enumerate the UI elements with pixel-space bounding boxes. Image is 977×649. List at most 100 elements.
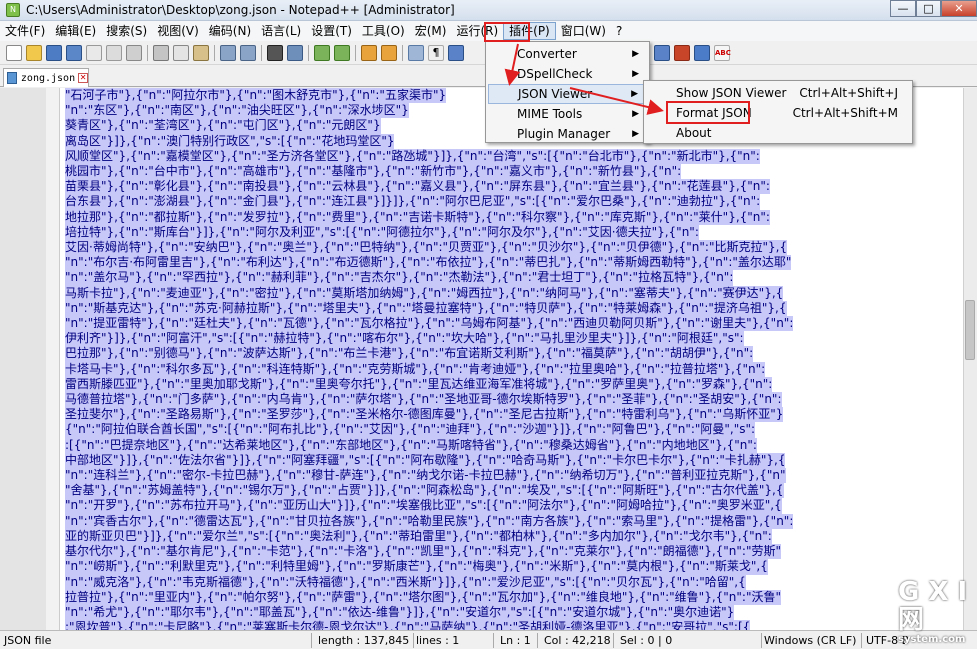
editor-line[interactable]: 基尔代尔"},{"n":"基尔肯尼"},{"n":"卡范"},{"n":"卡洛"… xyxy=(65,544,782,560)
annotation-box-plugins xyxy=(484,22,530,42)
sync-scroll-v-icon[interactable] xyxy=(361,44,377,61)
close-button[interactable]: ✕ xyxy=(941,0,977,17)
minimize-button[interactable]: — xyxy=(890,0,916,17)
status-selection: Sel : 0 | 0 xyxy=(616,633,762,648)
zoom-in-icon[interactable] xyxy=(314,44,330,61)
plugin-json-viewer[interactable]: JSON Viewer ▶ xyxy=(488,84,647,104)
save-all-icon[interactable] xyxy=(66,44,82,61)
editor-line[interactable]: "n":"斯基克达"},{"n":"苏克·阿赫拉斯"},{"n":"塔里夫"},… xyxy=(65,300,787,317)
annotation-box-format-json xyxy=(666,101,750,124)
editor-line[interactable]: "n":"提亚雷特"},{"n":"廷杜夫"},{"n":"瓦德"},{"n":… xyxy=(65,316,794,332)
editor-line[interactable]: 地拉那"},{"n":"都拉斯"},{"n":"发罗拉"},{"n":"费里"}… xyxy=(65,209,770,225)
editor-line[interactable]: "n":"连科兰"},{"n":"密尔-卡拉巴赫"},{"n":"穆甘-萨连"}… xyxy=(65,468,786,484)
editor-line[interactable]: "n":"东区"},{"n":"南区"},{"n":"油尖旺区"},{"n":"… xyxy=(65,103,409,119)
editor-line[interactable]: {"n":"阿拉伯联合酋长国","s":[{"n":"阿布扎比"},{"n":"… xyxy=(65,422,756,438)
print-icon[interactable] xyxy=(126,44,142,61)
menu-search[interactable]: 搜索(S) xyxy=(101,22,152,40)
editor-line[interactable]: "n":"宾香古尔"},{"n":"德雷达瓦"},{"n":"甘贝拉各族"},{… xyxy=(65,513,794,529)
zoom-out-icon[interactable] xyxy=(334,44,350,61)
editor-line[interactable]: :[{"n":"巴提奈地区"},{"n":"达希莱地区"},{"n":"东部地区… xyxy=(65,437,757,453)
editor-line[interactable]: 葵青区"},{"n":"荃湾区"},{"n":"屯门区"},{"n":"元朗区"… xyxy=(65,118,381,134)
editor-line[interactable]: 拉普拉"},{"n":"里亚内"},{"n":"帕尔努"},{"n":"萨雷"}… xyxy=(65,589,782,605)
plugin-converter[interactable]: Converter ▶ xyxy=(488,44,647,64)
paste-icon[interactable] xyxy=(193,44,209,61)
menu-edit[interactable]: 编辑(E) xyxy=(50,22,101,40)
editor-line[interactable]: 雷西斯滕匹亚"},{"n":"里奥加耶戈斯"},{"n":"里奥夸尔托"},{"… xyxy=(65,376,773,393)
text-editor[interactable]: "石河子市"},{"n":"阿拉尔市"},{"n":"图木舒克市"},{"n":… xyxy=(60,88,963,630)
menu-encoding[interactable]: 编码(N) xyxy=(204,22,256,40)
menu-settings[interactable]: 设置(T) xyxy=(306,22,357,40)
copy-icon[interactable] xyxy=(173,44,189,61)
status-eol: Windows (CR LF) xyxy=(760,633,862,648)
show-json-viewer-item[interactable]: Show JSON Viewer Ctrl+Alt+Shift+J xyxy=(646,83,910,103)
editor-line[interactable]: "n":"开罗"},{"n":"苏布拉开马"},{"n":"亚历山大"}]},{… xyxy=(65,498,782,514)
tab-close-icon[interactable]: ✕ xyxy=(78,73,88,83)
editor-line[interactable]: "n":"崂斯"},{"n":"利默里克"},{"n":"利特里姆"},{"n"… xyxy=(65,559,768,575)
plugins-dropdown: Converter ▶ DSpellCheck ▶ JSON Viewer ▶ … xyxy=(485,41,650,143)
menu-window[interactable]: 窗口(W) xyxy=(556,22,611,40)
new-file-icon[interactable] xyxy=(6,44,22,61)
sync-scroll-h-icon[interactable] xyxy=(381,44,397,61)
editor-line[interactable]: :"恩坎普"},{"n":"卡尼略"},{"n":"莱塞斯卡尔德-恩戈尔达"},… xyxy=(65,620,751,630)
editor-line[interactable]: 培拉特"},{"n":"斯库台"}]},{"n":"阿尔及利亚","s":[{"… xyxy=(65,224,699,241)
shortcut-label: Ctrl+Alt+Shift+M xyxy=(792,106,898,120)
replace-icon[interactable] xyxy=(287,44,303,61)
menu-macro[interactable]: 宏(M) xyxy=(410,22,452,40)
editor-line[interactable]: "舍基"},{"n":"苏姆盖特"},{"n":"锡尔万"},{"n":"占贾"… xyxy=(65,483,784,499)
editor-line[interactable]: "n":"盖尔马"},{"n":"罕西拉"},{"n":"赫利菲"},{"n":… xyxy=(65,270,734,286)
editor-line[interactable]: 苗栗县"},{"n":"彰化县"},{"n":"南投县"},{"n":"云林县"… xyxy=(65,179,770,195)
macro-record-icon[interactable] xyxy=(654,45,670,61)
macro-play-icon[interactable] xyxy=(694,45,710,61)
redo-icon[interactable] xyxy=(240,44,256,61)
editor-line[interactable]: "石河子市"},{"n":"阿拉尔市"},{"n":"图木舒克市"},{"n":… xyxy=(65,88,447,104)
editor-line[interactable]: 马斯卡拉"},{"n":"麦迪亚"},{"n":"密拉"},{"n":"莫斯塔加… xyxy=(65,285,784,301)
tab-zong-json[interactable]: zong.json ✕ xyxy=(3,68,89,87)
show-all-chars-icon[interactable]: ¶ xyxy=(428,44,444,61)
status-bar: JSON file length : 137,845 lines : 1 Ln … xyxy=(0,630,977,649)
save-icon[interactable] xyxy=(46,44,62,61)
editor-line[interactable]: "n":"希尤"},{"n":"耶尔韦"},{"n":"耶盖瓦"},{"n":"… xyxy=(65,604,735,621)
undo-icon[interactable] xyxy=(220,44,236,61)
editor-line[interactable]: 卡塔马卡"},{"n":"科尔多瓦"},{"n":"科连特斯"},{"n":"克… xyxy=(65,361,766,377)
close-file-icon[interactable] xyxy=(86,44,102,61)
menu-help[interactable]: ? xyxy=(611,22,627,40)
vertical-scrollbar-thumb[interactable] xyxy=(965,300,975,360)
editor-line[interactable]: 亚的斯亚贝巴"}]},{"n":"爱尔兰","s":[{"n":"奥法利"},{… xyxy=(65,528,772,545)
macro-stop-icon[interactable] xyxy=(674,45,690,61)
menu-file[interactable]: 文件(F) xyxy=(0,22,50,40)
plugin-dspellcheck[interactable]: DSpellCheck ▶ xyxy=(488,64,647,84)
about-item[interactable]: About xyxy=(646,123,910,143)
menu-tools[interactable]: 工具(O) xyxy=(357,22,410,40)
find-icon[interactable] xyxy=(267,44,283,61)
spell-check-icon[interactable]: ABC xyxy=(714,45,731,61)
plugin-manager[interactable]: Plugin Manager ▶ xyxy=(488,124,647,144)
submenu-arrow-icon: ▶ xyxy=(631,89,638,99)
editor-line[interactable]: 台东县"},{"n":"澎湖县"},{"n":"金门县"},{"n":"连江县"… xyxy=(65,194,761,210)
editor-line[interactable]: 风顺堂区"},{"n":"嘉模堂区"},{"n":"圣方济各堂区"},{"n":… xyxy=(65,148,760,165)
toolbar-separator xyxy=(147,44,148,61)
editor-line[interactable]: "n":"布尔吉·布阿雷里吉"},{"n":"布利达"},{"n":"布迈德斯"… xyxy=(65,255,792,271)
editor-line[interactable]: 圣拉斐尔"},{"n":"圣路易斯"},{"n":"圣罗莎"},{"n":"圣米… xyxy=(65,407,784,423)
submenu-arrow-icon: ▶ xyxy=(632,69,639,79)
cut-icon[interactable] xyxy=(153,44,169,61)
menu-language[interactable]: 语言(L) xyxy=(256,22,306,40)
toolbar-separator xyxy=(402,44,403,61)
editor-line[interactable]: 伊利齐"}]},{"n":"阿富汗","s":[{"n":"赫拉特"},{"n"… xyxy=(65,331,744,347)
editor-line[interactable]: 离岛区"}]},{"n":"澳门特别行政区","s":[{"n":"花地玛堂区"… xyxy=(65,133,395,149)
plugin-mime-tools[interactable]: MIME Tools ▶ xyxy=(488,104,647,124)
maximize-button[interactable]: □ xyxy=(916,0,941,17)
window-title: C:\Users\Administrator\Desktop\zong.json… xyxy=(26,3,455,17)
editor-line[interactable]: 巴拉那"},{"n":"别德马"},{"n":"波萨达斯"},{"n":"布兰卡… xyxy=(65,346,754,362)
status-lines: lines : 1 xyxy=(412,633,494,648)
open-file-icon[interactable] xyxy=(26,44,42,61)
indent-guide-icon[interactable] xyxy=(448,44,464,61)
editor-line[interactable]: 马德普拉塔"},{"n":"门多萨"},{"n":"内乌肯"},{"n":"萨尔… xyxy=(65,392,782,408)
title-bar: N C:\Users\Administrator\Desktop\zong.js… xyxy=(0,0,977,21)
editor-line[interactable]: 桃园市"},{"n":"台中市"},{"n":"高雄市"},{"n":"基隆市"… xyxy=(65,164,682,180)
editor-line[interactable]: "n":"威克洛"},{"n":"韦克斯福德"},{"n":"沃特福德"},{"… xyxy=(65,574,746,590)
editor-line[interactable]: 艾因·蒂姆尚特"},{"n":"安纳巴"},{"n":"奥兰"},{"n":"巴… xyxy=(65,240,788,256)
menu-view[interactable]: 视图(V) xyxy=(152,22,204,40)
word-wrap-icon[interactable] xyxy=(408,44,424,61)
close-all-icon[interactable] xyxy=(106,44,122,61)
editor-line[interactable]: 中部地区"}]},{"n":"佐法尔省"}]},{"n":"阿塞拜疆","s":… xyxy=(65,452,786,469)
